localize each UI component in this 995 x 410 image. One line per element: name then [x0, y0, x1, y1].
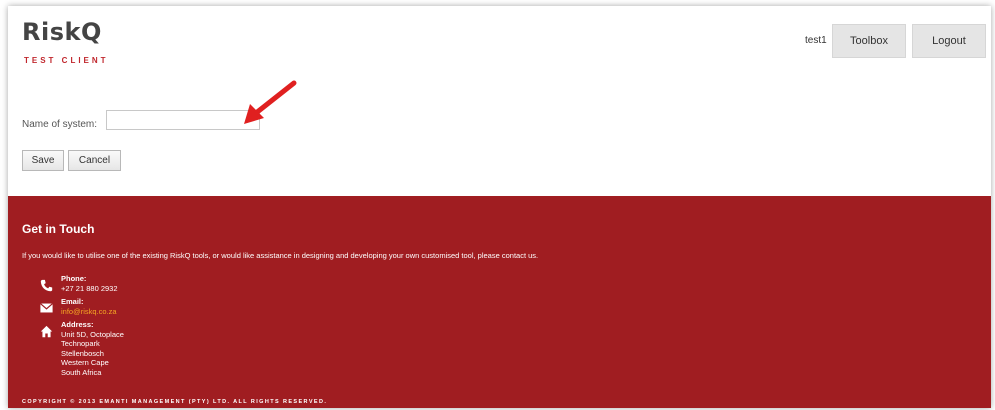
save-button[interactable]: Save [22, 150, 64, 171]
address-line: Technopark [61, 339, 100, 348]
address-heading: Address: [61, 320, 94, 329]
address-line: Western Cape [61, 358, 109, 367]
logout-button[interactable]: Logout [912, 24, 986, 58]
phone-number: +27 21 880 2932 [61, 283, 118, 293]
phone-heading: Phone: [61, 274, 87, 283]
footer-intro: If you would like to utilise one of the … [22, 251, 539, 260]
footer-title: Get in Touch [22, 222, 95, 236]
phone-icon [39, 278, 53, 292]
email-link[interactable]: info@riskq.co.za [61, 307, 117, 317]
browser-window: RiskQ TEST CLIENT test1 Toolbox Logout N… [8, 6, 991, 408]
home-icon [39, 324, 53, 338]
system-name-label: Name of system: [22, 119, 98, 130]
address-line: South Africa [61, 367, 102, 377]
address-line: Stellenbosch [61, 348, 104, 358]
contact-address: Address: Unit 5D, Octoplace Technopark S… [61, 320, 124, 377]
contact-email: Email: info@riskq.co.za [61, 297, 117, 316]
logo-subtitle: TEST CLIENT [24, 56, 109, 65]
email-heading: Email: [61, 297, 84, 306]
username-label: test1 [805, 35, 827, 46]
site-footer: Get in Touch If you would like to utilis… [8, 196, 991, 408]
copyright-text: COPYRIGHT © 2013 EMANTI MANAGEMENT (PTY)… [22, 399, 328, 405]
annotation-arrow-icon [244, 80, 297, 124]
cancel-button[interactable]: Cancel [68, 150, 121, 171]
address-line: Unit 5D, Octoplace [61, 329, 124, 339]
contact-phone: Phone: +27 21 880 2932 [61, 274, 118, 293]
toolbox-button[interactable]: Toolbox [832, 24, 906, 58]
envelope-icon [39, 301, 53, 315]
site-logo[interactable]: RiskQ [22, 18, 102, 46]
site-header: RiskQ TEST CLIENT test1 Toolbox Logout [8, 6, 991, 76]
